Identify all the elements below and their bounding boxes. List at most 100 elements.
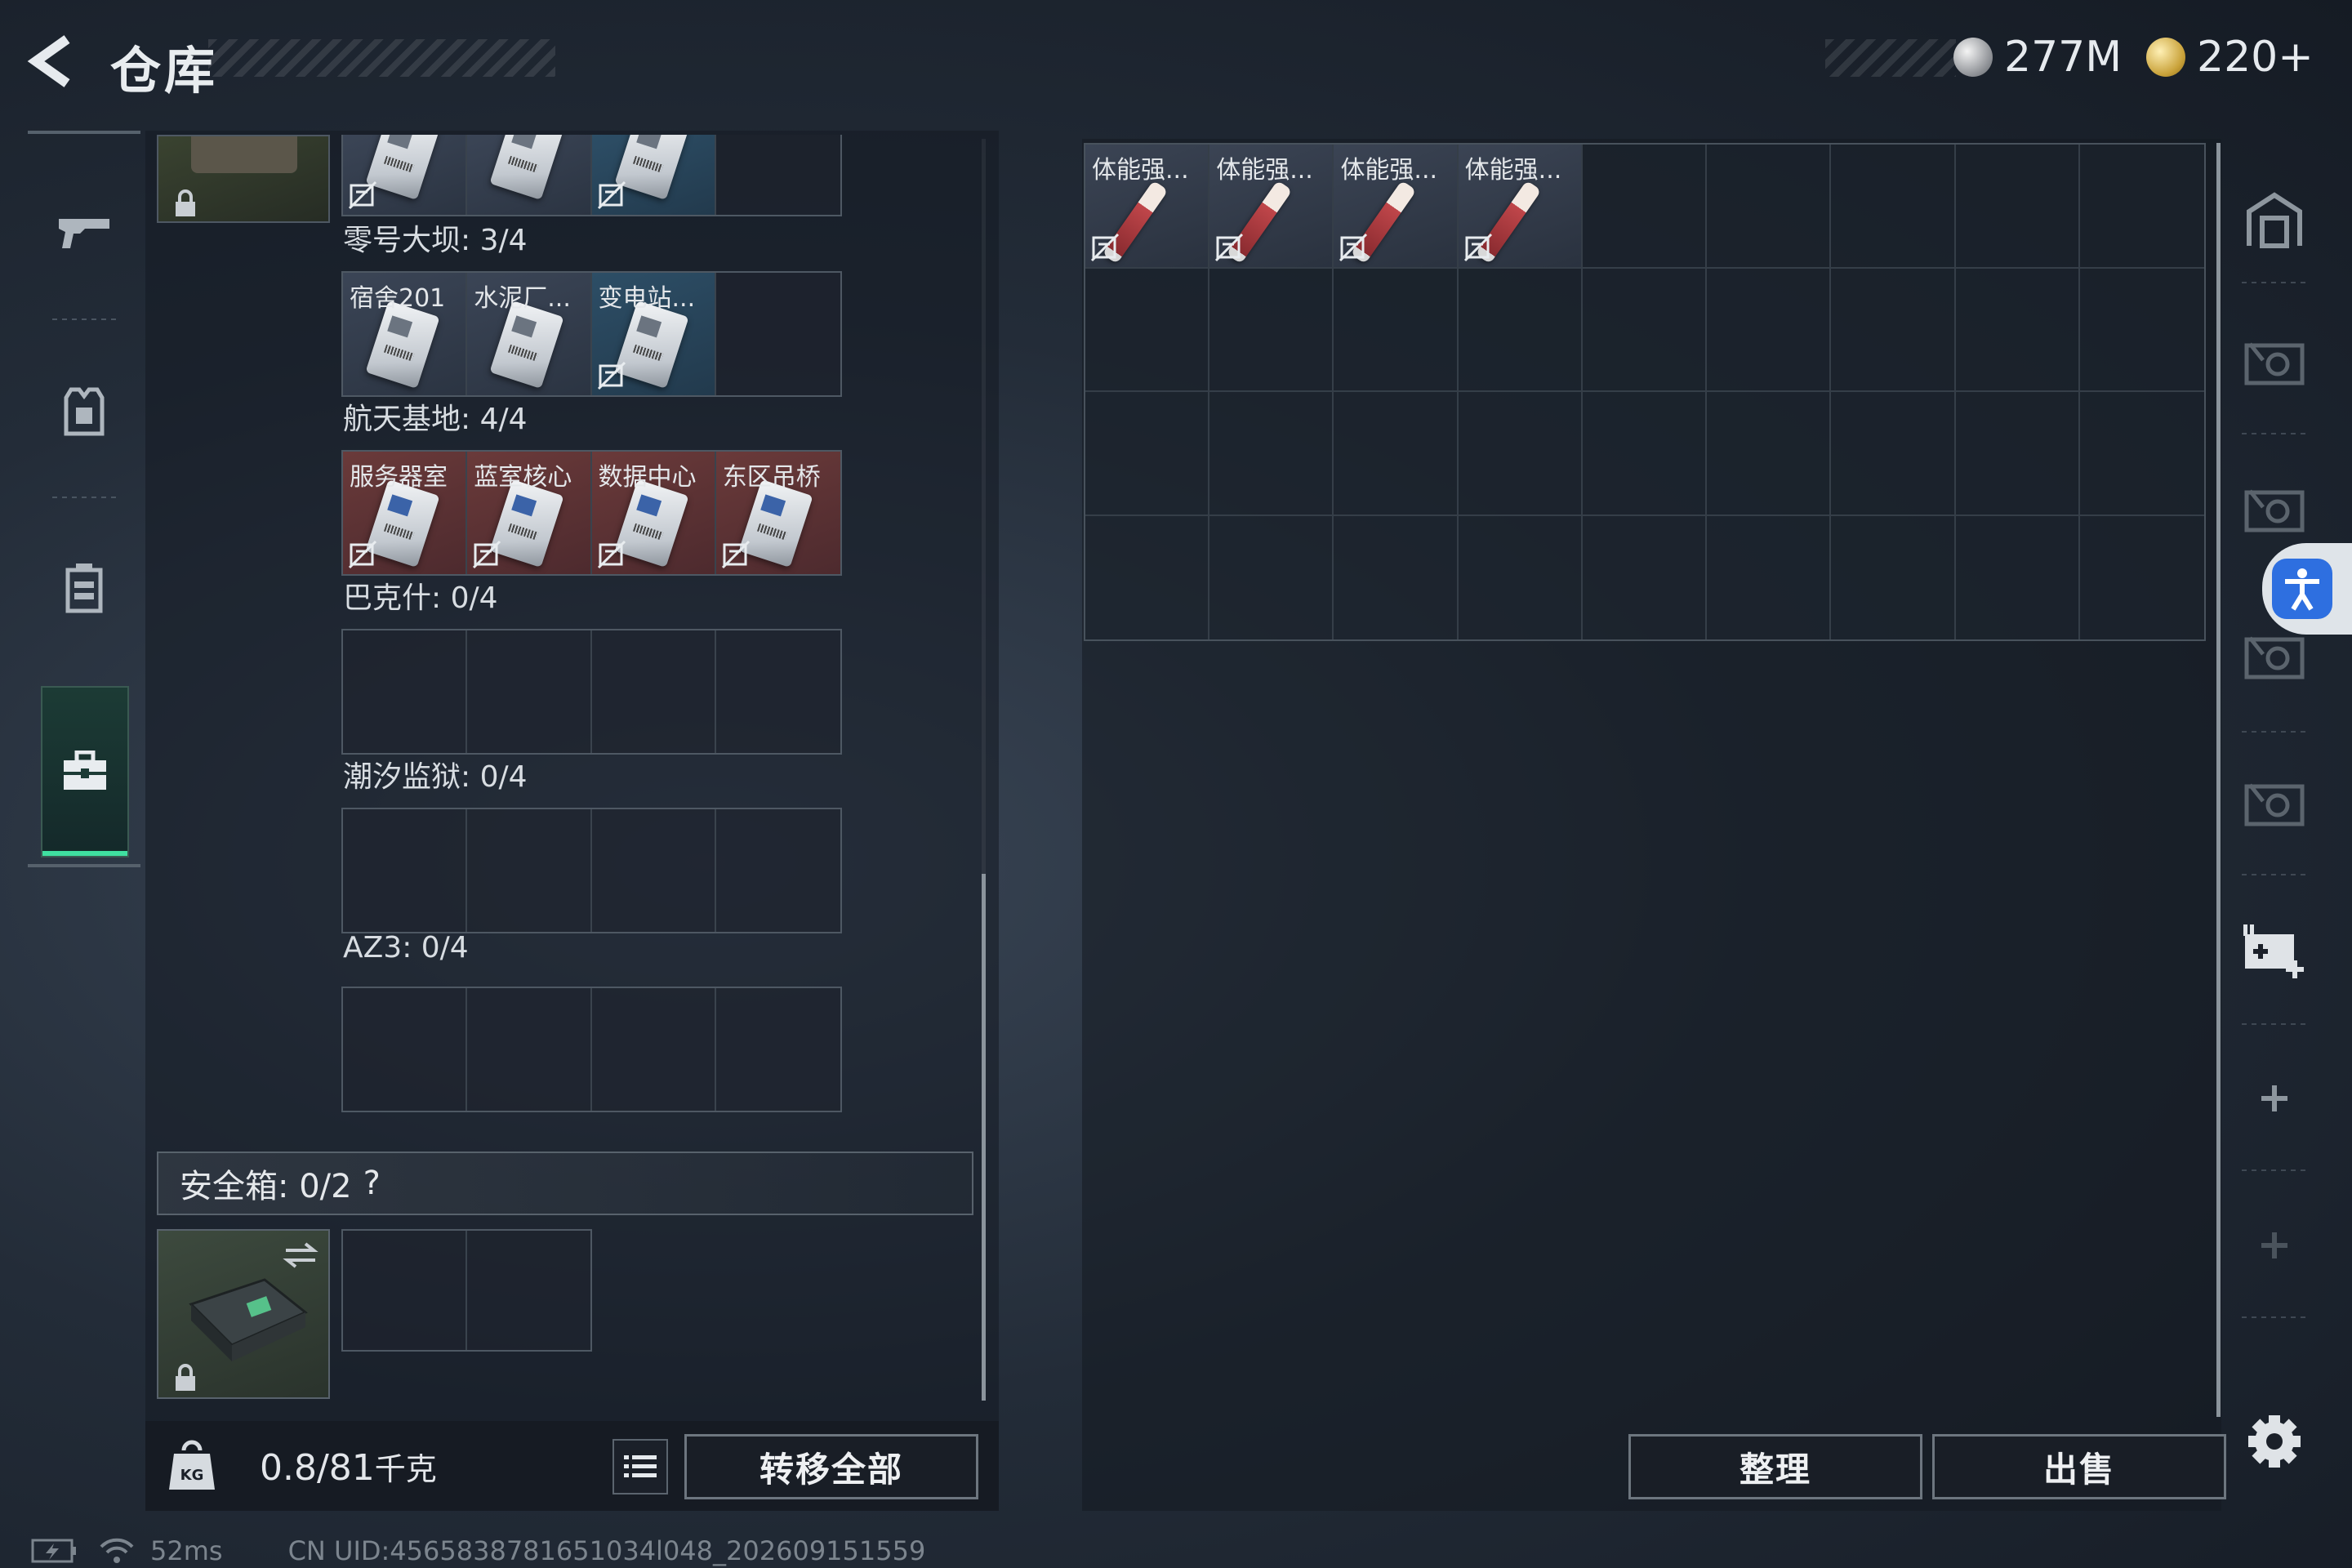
- key-slot[interactable]: 数据中心: [591, 452, 716, 574]
- silver-currency[interactable]: 277M: [1953, 33, 2122, 82]
- add-button[interactable]: [2238, 1062, 2311, 1135]
- stash-cell[interactable]: [2079, 269, 2204, 392]
- gold-currency[interactable]: 220+: [2146, 33, 2314, 82]
- key-slot[interactable]: [467, 988, 592, 1111]
- key-slot[interactable]: [716, 809, 840, 932]
- stash-cell[interactable]: [1583, 515, 1708, 639]
- stash-cell[interactable]: 体能强...: [1334, 145, 1459, 269]
- stash-cell[interactable]: 体能强...: [1458, 145, 1583, 269]
- key-slot[interactable]: 宿舍201: [343, 273, 468, 395]
- stash-cell[interactable]: 体能强...: [1085, 145, 1210, 269]
- keychain-container[interactable]: [157, 135, 330, 223]
- stash-cell[interactable]: [1582, 392, 1708, 516]
- key-slot[interactable]: [716, 273, 840, 395]
- stash-cell[interactable]: [2079, 392, 2204, 516]
- stash-cell[interactable]: [1085, 268, 1210, 392]
- key-name: 东区吊桥: [722, 463, 821, 492]
- safe-box-image: [189, 1278, 308, 1361]
- key-slot[interactable]: [715, 135, 840, 215]
- key-slot[interactable]: 水泥厂...: [467, 273, 592, 395]
- stash-cell[interactable]: [1955, 392, 2080, 516]
- stash-cell[interactable]: [1582, 268, 1708, 392]
- stash-cell[interactable]: [1831, 392, 1956, 516]
- key-slot[interactable]: [716, 988, 840, 1111]
- key-slot[interactable]: 变电站...: [591, 273, 716, 395]
- nav-safebox[interactable]: [41, 686, 129, 858]
- stash-cell[interactable]: [1458, 392, 1583, 516]
- safe-slot[interactable]: [467, 1231, 590, 1350]
- stash-cell[interactable]: [1334, 268, 1459, 392]
- stash-cell[interactable]: [1085, 515, 1210, 639]
- key-slot[interactable]: [467, 630, 592, 753]
- key-slot[interactable]: 东区吊桥: [715, 452, 840, 574]
- accessibility-button[interactable]: [2262, 543, 2352, 635]
- sell-button[interactable]: 出售: [1932, 1434, 2226, 1499]
- safe-box-container[interactable]: [157, 1229, 330, 1399]
- stash-tab-3[interactable]: [2238, 474, 2311, 547]
- stash-cell[interactable]: [1209, 515, 1334, 639]
- add-button-disabled[interactable]: [2238, 1209, 2311, 1282]
- add-stash-tab-button[interactable]: [2238, 915, 2311, 988]
- left-scrollbar[interactable]: [982, 874, 986, 1401]
- transfer-all-button[interactable]: 转移全部: [684, 1434, 978, 1499]
- stash-cell[interactable]: [1085, 392, 1210, 516]
- stash-cell[interactable]: [1955, 268, 2080, 392]
- stash-cell[interactable]: [1707, 268, 1832, 392]
- key-slot[interactable]: [716, 630, 840, 753]
- stash-cell[interactable]: [2079, 145, 2204, 269]
- settings-button[interactable]: [2238, 1405, 2311, 1478]
- no-trade-icon: [473, 540, 501, 569]
- box-tab-icon: [2244, 342, 2305, 385]
- stash-cell[interactable]: [1707, 145, 1832, 269]
- key-slot[interactable]: [591, 135, 716, 215]
- nav-backpack[interactable]: [28, 502, 140, 674]
- stash-cell[interactable]: [1334, 515, 1459, 639]
- stash-tab-main[interactable]: [2238, 184, 2311, 257]
- box-tab-icon: [2244, 783, 2305, 826]
- stash-tab-5[interactable]: [2238, 768, 2311, 841]
- safe-box-help-button[interactable]: ?: [363, 1165, 381, 1202]
- stash-cell[interactable]: [1955, 145, 2080, 269]
- swap-icon[interactable]: [281, 1239, 320, 1272]
- silver-amount: 277M: [2004, 33, 2123, 82]
- stash-cell[interactable]: [1956, 515, 2080, 639]
- stash-cell[interactable]: [1458, 268, 1583, 392]
- stash-cell[interactable]: [1582, 145, 1708, 269]
- stash-tab-2[interactable]: [2238, 327, 2311, 400]
- stash-cell[interactable]: [1707, 515, 1832, 639]
- back-button[interactable]: [24, 33, 82, 90]
- no-trade-icon: [597, 540, 626, 569]
- key-slot[interactable]: [592, 809, 716, 932]
- stash-cell[interactable]: [1209, 268, 1334, 392]
- stash-cell[interactable]: [2080, 516, 2204, 640]
- key-slot[interactable]: [343, 630, 468, 753]
- status-bar: 52ms CN UID:4565838781651034l048_2026091…: [31, 1535, 925, 1566]
- stash-cell[interactable]: [1209, 392, 1334, 516]
- stash-cell[interactable]: [1831, 515, 1956, 639]
- list-view-button[interactable]: [612, 1439, 668, 1494]
- key-slot[interactable]: [343, 809, 468, 932]
- key-slot[interactable]: [592, 630, 716, 753]
- toolbar-separator: [2242, 874, 2307, 875]
- nav-armor[interactable]: [28, 327, 140, 498]
- key-slot[interactable]: 服务器室: [343, 452, 468, 574]
- stash-cell[interactable]: [1831, 268, 1956, 392]
- stash-cell[interactable]: 体能强...: [1209, 145, 1334, 269]
- stash-scrollbar[interactable]: [2216, 143, 2221, 1417]
- stash-cell[interactable]: [1459, 515, 1583, 639]
- sort-button[interactable]: 整理: [1628, 1434, 1922, 1499]
- key-slot[interactable]: [343, 988, 468, 1111]
- key-slot[interactable]: 蓝室核心: [467, 452, 592, 574]
- stash-cell[interactable]: [1707, 392, 1832, 516]
- nav-weapons[interactable]: [28, 147, 140, 318]
- key-slot[interactable]: [592, 988, 716, 1111]
- stash-cell[interactable]: [1334, 392, 1459, 516]
- gun-icon: [59, 219, 109, 248]
- key-slot[interactable]: [343, 135, 468, 215]
- key-slot[interactable]: [467, 135, 592, 215]
- silver-coin-icon: [1953, 38, 1993, 77]
- key-slot[interactable]: [467, 809, 592, 932]
- key-name: 水泥厂...: [474, 284, 571, 313]
- stash-cell[interactable]: [1831, 145, 1956, 269]
- safe-slot[interactable]: [343, 1231, 467, 1350]
